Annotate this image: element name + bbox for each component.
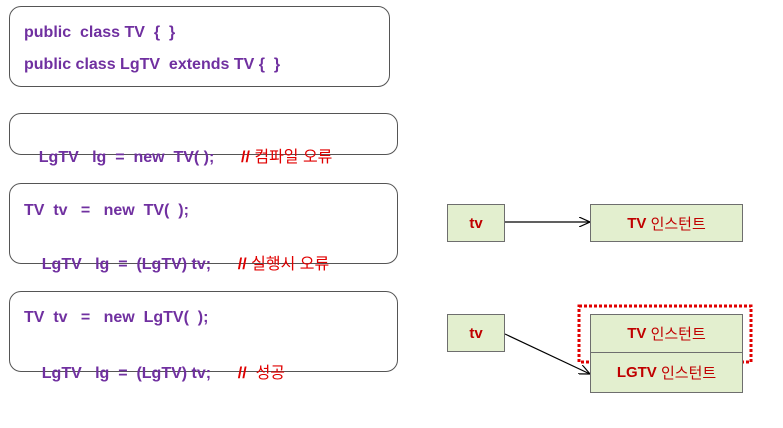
lgtv-instance-text: 인스턴트 <box>660 365 717 382</box>
tv-part-box: TV 인스턴트 <box>590 314 743 353</box>
lgtv-instance-bold: LGTV <box>616 364 657 381</box>
tv-reference-box-2: tv <box>447 314 505 352</box>
tv-reference-box-1: tv <box>447 204 505 242</box>
tv-instance-bold: TV <box>627 214 647 232</box>
tv-instance-text: 인스턴트 <box>650 215 706 233</box>
tv-part-text: 인스턴트 <box>650 326 706 343</box>
reference-arrow-2 <box>504 333 590 374</box>
lgtv-instance-box: LGTV 인스턴트 <box>590 352 743 393</box>
tv-instance-box: TV 인스턴트 <box>590 204 743 242</box>
tv-reference-label: tv <box>469 214 483 232</box>
tv-reference-label: tv <box>469 324 483 342</box>
tv-part-bold: TV <box>627 325 647 342</box>
